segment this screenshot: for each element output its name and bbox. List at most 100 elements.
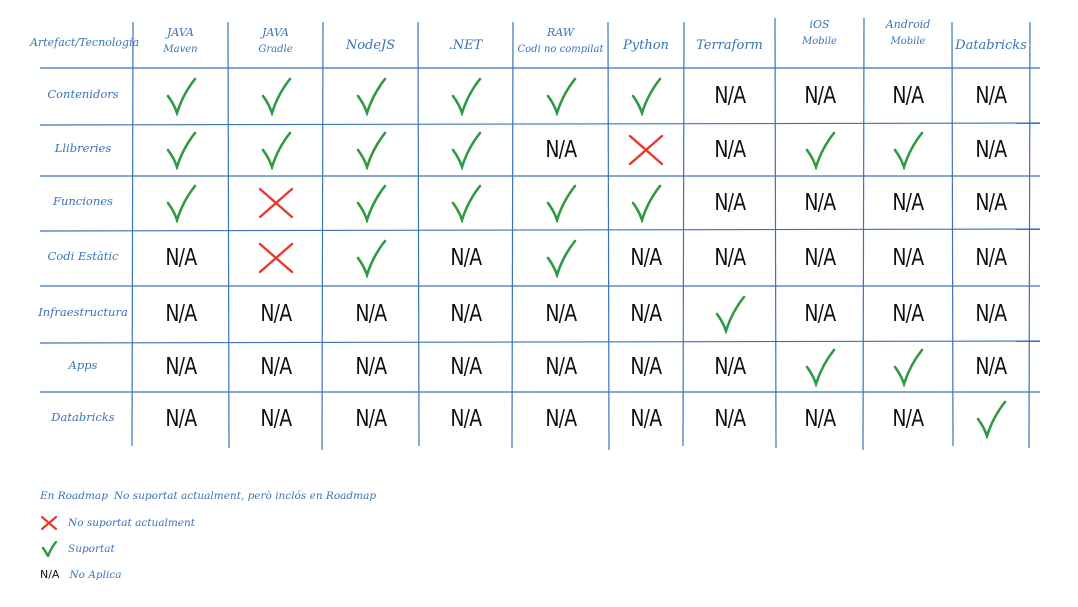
na-text: N/A xyxy=(260,406,292,432)
na-cell: N/A xyxy=(684,68,775,124)
na-cell: N/A xyxy=(864,176,952,230)
column-header-6: Terraform xyxy=(684,38,775,54)
check-icon xyxy=(864,342,952,392)
check-icon xyxy=(513,176,608,230)
check-icon xyxy=(608,176,684,230)
na-text: N/A xyxy=(450,406,482,432)
na-text: N/A xyxy=(714,83,746,109)
legend-na-text: No Aplica xyxy=(69,568,122,581)
na-text: N/A xyxy=(804,245,836,271)
column-header-7: iOS Mobile xyxy=(775,18,864,48)
row-label-5: Apps xyxy=(68,358,98,372)
na-cell: N/A xyxy=(684,124,775,176)
check-icon xyxy=(684,286,775,342)
na-cell: N/A xyxy=(418,286,513,342)
column-header-subtitle: Mobile xyxy=(802,35,837,47)
na-cell: N/A xyxy=(228,342,323,392)
check-icon xyxy=(864,124,952,176)
column-header-3: .NET xyxy=(418,38,513,54)
legend-roadmap-key: En Roadmap xyxy=(40,490,108,502)
column-header-title: .NET xyxy=(448,38,483,53)
check-icon xyxy=(952,392,1030,446)
na-text: N/A xyxy=(975,354,1008,380)
na-cell: N/A xyxy=(323,392,418,446)
na-cell: N/A xyxy=(228,392,323,446)
na-cell: N/A xyxy=(133,286,228,342)
na-text: N/A xyxy=(804,301,836,327)
na-text: N/A xyxy=(450,245,482,271)
row-label-6: Databricks xyxy=(51,410,115,424)
column-header-subtitle: Gradle xyxy=(258,43,293,55)
check-icon xyxy=(513,230,608,286)
legend-na-key: N/A xyxy=(40,568,60,581)
check-icon xyxy=(418,176,513,230)
na-text: N/A xyxy=(975,83,1008,109)
na-cell: N/A xyxy=(864,68,952,124)
na-cell: N/A xyxy=(513,342,608,392)
row-label-2: Funciones xyxy=(53,194,113,208)
na-cell: N/A xyxy=(952,286,1030,342)
column-header-title: JAVA xyxy=(262,26,289,39)
na-cell: N/A xyxy=(952,230,1030,286)
check-icon xyxy=(133,176,228,230)
column-header-9: Databricks xyxy=(952,38,1030,54)
na-text: N/A xyxy=(975,190,1008,216)
na-text: N/A xyxy=(260,354,292,380)
na-cell: N/A xyxy=(864,286,952,342)
na-cell: N/A xyxy=(775,392,864,446)
legend-cross-text: No suportat actualment xyxy=(68,517,195,529)
column-header-title: RAW xyxy=(546,26,575,39)
na-text: N/A xyxy=(714,190,746,216)
cross-icon xyxy=(608,124,684,176)
cross-icon xyxy=(228,230,323,286)
na-cell: N/A xyxy=(608,286,684,342)
na-text: N/A xyxy=(892,406,925,432)
na-text: N/A xyxy=(714,406,746,432)
na-cell: N/A xyxy=(775,230,864,286)
na-cell: N/A xyxy=(952,124,1030,176)
na-text: N/A xyxy=(355,301,387,327)
na-text: N/A xyxy=(450,354,482,380)
check-icon xyxy=(41,541,58,557)
column-header-subtitle: Codi no compilat xyxy=(517,43,604,55)
column-header-title: Databricks xyxy=(955,38,1027,53)
na-cell: N/A xyxy=(775,176,864,230)
header-corner-label: Artefact/Tecnologia xyxy=(30,36,140,49)
na-cell: N/A xyxy=(133,342,228,392)
na-text: N/A xyxy=(355,354,387,380)
na-text: N/A xyxy=(260,301,292,327)
na-cell: N/A xyxy=(864,230,952,286)
legend-na: N/A No Aplica xyxy=(40,568,121,581)
na-cell: N/A xyxy=(418,230,513,286)
row-label-0: Contenidors xyxy=(47,87,119,101)
na-cell: N/A xyxy=(864,392,952,446)
na-text: N/A xyxy=(630,245,663,271)
check-icon xyxy=(775,124,864,176)
column-header-4: RAW Codi no compilat xyxy=(513,26,608,56)
na-text: N/A xyxy=(892,245,925,271)
na-text: N/A xyxy=(165,301,197,327)
column-header-2: NodeJS xyxy=(323,38,418,54)
legend-cross: No suportat actualment xyxy=(40,515,195,531)
na-cell: N/A xyxy=(513,124,608,176)
cross-icon xyxy=(228,176,323,230)
na-text: N/A xyxy=(630,406,663,432)
column-header-title: Android xyxy=(885,18,931,31)
na-cell: N/A xyxy=(775,286,864,342)
na-cell: N/A xyxy=(323,286,418,342)
na-text: N/A xyxy=(975,245,1008,271)
check-icon xyxy=(608,68,684,124)
na-cell: N/A xyxy=(133,230,228,286)
na-text: N/A xyxy=(975,301,1008,327)
na-text: N/A xyxy=(355,406,387,432)
na-text: N/A xyxy=(714,245,746,271)
na-text: N/A xyxy=(165,406,197,432)
column-header-title: iOS xyxy=(809,18,830,31)
na-text: N/A xyxy=(804,406,836,432)
column-header-title: Python xyxy=(623,38,669,53)
na-text: N/A xyxy=(165,245,197,271)
na-cell: N/A xyxy=(684,230,775,286)
na-cell: N/A xyxy=(133,392,228,446)
na-cell: N/A xyxy=(684,392,775,446)
check-icon xyxy=(323,124,418,176)
